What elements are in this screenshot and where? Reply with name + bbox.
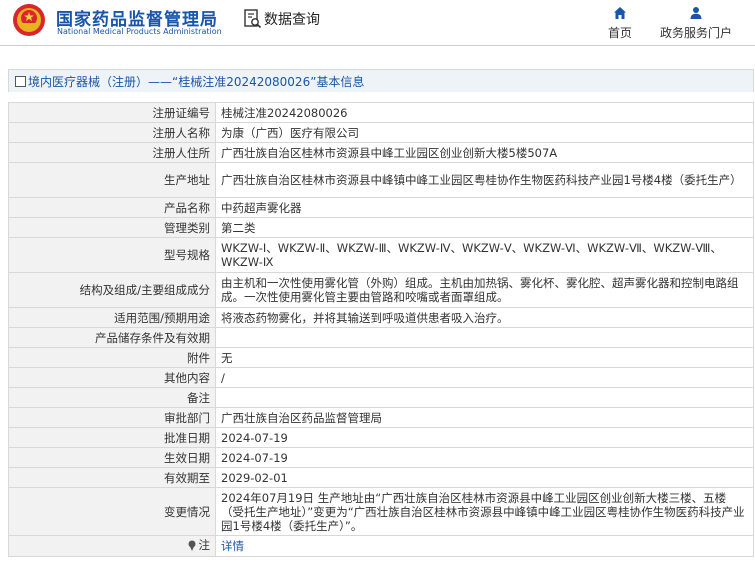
field-label: 产品名称 <box>8 197 216 218</box>
table-row: 其他内容 / <box>8 367 754 388</box>
table-row: 管理类别 第二类 <box>8 217 754 238</box>
table-row: 有效期至 2029-02-01 <box>8 467 754 488</box>
table-row: 生效日期 2024-07-19 <box>8 447 754 468</box>
square-icon <box>15 75 26 87</box>
details-link[interactable]: 详情 <box>221 539 244 553</box>
field-label: 注册证编号 <box>8 102 216 123</box>
field-value: / <box>215 367 754 388</box>
home-icon <box>614 7 626 19</box>
document-search-icon <box>244 9 262 29</box>
field-value: 2024年07月19日 生产地址由“广西壮族自治区桂林市资源县中峰工业园区创业创… <box>215 487 754 536</box>
table-row: 注 详情 <box>8 535 754 557</box>
field-value: 无 <box>215 347 754 368</box>
field-label: 产品储存条件及有效期 <box>8 327 216 348</box>
field-label: 结构及组成/主要组成成分 <box>8 272 216 308</box>
field-label: 注册人名称 <box>8 122 216 143</box>
table-row: 生产地址 广西壮族自治区桂林市资源县中峰镇中峰工业园区粤桂协作生物医药科技产业园… <box>8 162 754 198</box>
field-value: 广西壮族自治区桂林市资源县中峰工业园区创业创新大楼5楼507A <box>215 142 754 163</box>
pin-icon <box>188 540 195 551</box>
nav-service-portal[interactable]: 政务服务门户 <box>656 6 736 41</box>
note-value-cell: 详情 <box>215 535 754 557</box>
field-value: 中药超声雾化器 <box>215 197 754 218</box>
field-value: 广西壮族自治区桂林市资源县中峰镇中峰工业园区粤桂协作生物医药科技产业园1号楼4楼… <box>215 162 754 198</box>
table-row: 注册人名称 为康（广西）医疗有限公司 <box>8 122 754 143</box>
field-value: 桂械注准20242080026 <box>215 102 754 123</box>
field-label: 变更情况 <box>8 487 216 536</box>
field-label: 管理类别 <box>8 217 216 238</box>
field-value: WKZW-Ⅰ、WKZW-Ⅱ、WKZW-Ⅲ、WKZW-Ⅳ、WKZW-Ⅴ、WKZW-… <box>215 237 754 273</box>
table-row: 结构及组成/主要组成成分 由主机和一次性使用雾化管（外购）组成。主机由加热锅、雾… <box>8 272 754 308</box>
field-value: 2024-07-19 <box>215 427 754 448</box>
brand-subtitle: National Medical Products Administration <box>57 27 222 36</box>
field-label: 生产地址 <box>8 162 216 198</box>
data-query-link[interactable]: 数据查询 <box>244 9 320 29</box>
field-value: 为康（广西）医疗有限公司 <box>215 122 754 143</box>
field-value: 由主机和一次性使用雾化管（外购）组成。主机由加热锅、雾化杯、雾化腔、超声雾化器和… <box>215 272 754 308</box>
table-row: 型号规格 WKZW-Ⅰ、WKZW-Ⅱ、WKZW-Ⅲ、WKZW-Ⅳ、WKZW-Ⅴ、… <box>8 237 754 273</box>
table-row: 批准日期 2024-07-19 <box>8 427 754 448</box>
field-label: 有效期至 <box>8 467 216 488</box>
field-label: 附件 <box>8 347 216 368</box>
field-label: 生效日期 <box>8 447 216 468</box>
field-label: 备注 <box>8 387 216 408</box>
device-info-table: 注册证编号 桂械注准20242080026 注册人名称 为康（广西）医疗有限公司… <box>8 102 754 557</box>
table-row: 备注 <box>8 387 754 408</box>
table-row: 变更情况 2024年07月19日 生产地址由“广西壮族自治区桂林市资源县中峰工业… <box>8 487 754 536</box>
table-row: 注册人住所 广西壮族自治区桂林市资源县中峰工业园区创业创新大楼5楼507A <box>8 142 754 163</box>
breadcrumb: 境内医疗器械（注册）——“桂械注准20242080026”基本信息 <box>8 69 754 92</box>
national-emblem-icon <box>13 4 45 36</box>
field-label: 注册人住所 <box>8 142 216 163</box>
nav-service-portal-label: 政务服务门户 <box>659 26 732 40</box>
field-value <box>215 387 754 408</box>
field-value: 2029-02-01 <box>215 467 754 488</box>
table-row: 适用范围/预期用途 将液态药物雾化，并将其输送到呼吸道供患者吸入治疗。 <box>8 307 754 328</box>
site-header: 国家药品监督管理局 National Medical Products Admi… <box>0 0 755 46</box>
table-row: 产品储存条件及有效期 <box>8 327 754 348</box>
field-label: 型号规格 <box>8 237 216 273</box>
field-label: 审批部门 <box>8 407 216 428</box>
table-row: 产品名称 中药超声雾化器 <box>8 197 754 218</box>
table-row: 注册证编号 桂械注准20242080026 <box>8 102 754 123</box>
field-label: 适用范围/预期用途 <box>8 307 216 328</box>
note-label: 注 <box>187 538 211 552</box>
table-row: 附件 无 <box>8 347 754 368</box>
breadcrumb-text: 境内医疗器械（注册）——“桂械注准20242080026”基本信息 <box>28 74 365 89</box>
field-value: 广西壮族自治区药品监督管理局 <box>215 407 754 428</box>
field-value: 2024-07-19 <box>215 447 754 468</box>
nav-home-label: 首页 <box>607 26 632 40</box>
table-row: 审批部门 广西壮族自治区药品监督管理局 <box>8 407 754 428</box>
field-value: 将液态药物雾化，并将其输送到呼吸道供患者吸入治疗。 <box>215 307 754 328</box>
field-label: 其他内容 <box>8 367 216 388</box>
nav-home[interactable]: 首页 <box>602 6 638 41</box>
user-icon <box>690 7 702 19</box>
field-value: 第二类 <box>215 217 754 238</box>
note-label-cell: 注 <box>8 535 216 557</box>
field-label: 批准日期 <box>8 427 216 448</box>
note-label-text: 注 <box>198 538 211 552</box>
data-query-label: 数据查询 <box>264 12 320 28</box>
field-value <box>215 327 754 348</box>
